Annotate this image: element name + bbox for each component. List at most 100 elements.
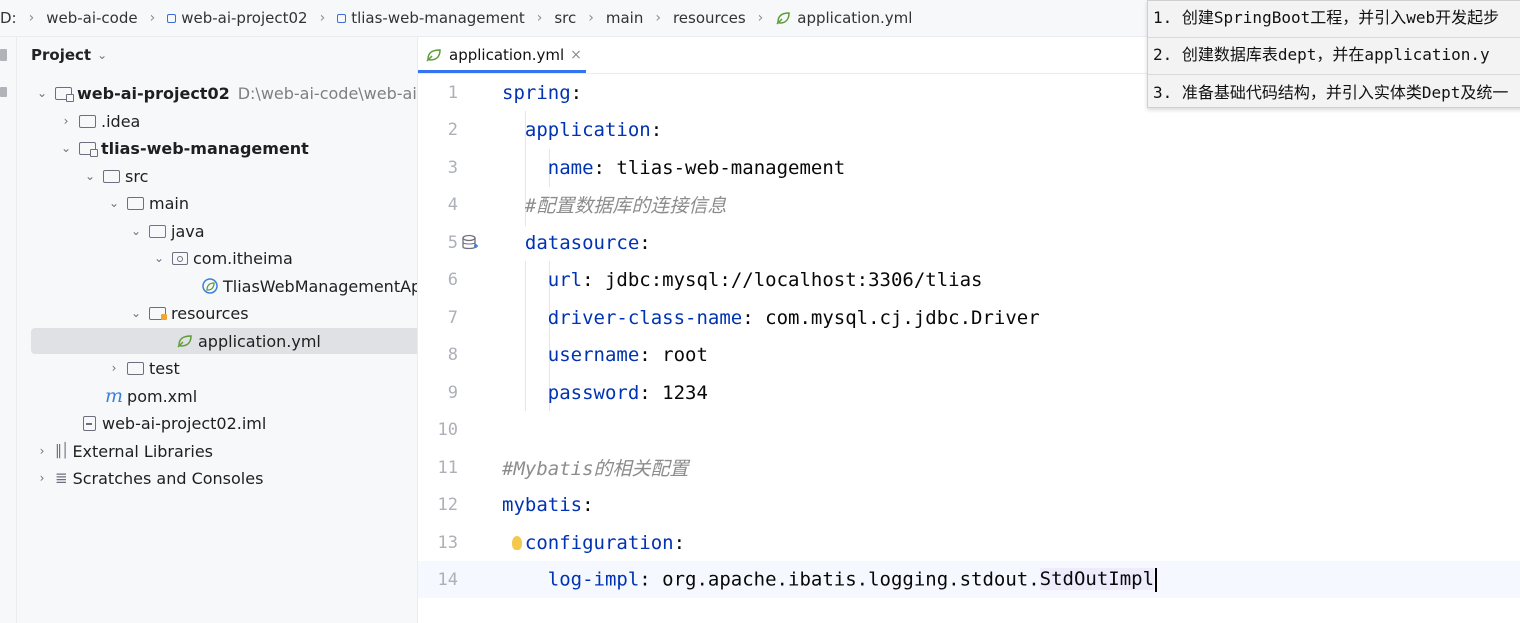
tree-item-scratches[interactable]: › ≣ Scratches and Consoles [17, 465, 417, 491]
code-line: 13 configuration: [418, 524, 1520, 561]
line-number: 14 [437, 569, 458, 590]
yaml-colon: : [593, 156, 617, 179]
divider [1148, 74, 1520, 75]
breadcrumb-file[interactable]: application.yml [775, 9, 912, 27]
tree-item-path: D:\web-ai-code\web-ai-p [237, 83, 418, 103]
breadcrumb-src[interactable]: src [554, 9, 576, 27]
tree-item-application-class[interactable]: TliasWebManagementAp [17, 273, 418, 299]
folder-icon [103, 169, 120, 183]
line-number: 2 [447, 119, 458, 140]
tree-item-label: test [149, 358, 180, 378]
line-number: 8 [447, 344, 458, 365]
divider [1148, 37, 1520, 38]
maven-icon: m [105, 385, 124, 407]
tree-item-label: application.yml [198, 331, 321, 351]
tool-window-button[interactable] [0, 87, 7, 97]
chevron-right-icon: › [39, 444, 45, 458]
yaml-colon: : [650, 118, 663, 141]
resources-folder-icon [149, 306, 167, 320]
tree-item-package[interactable]: ⌄ com.itheima [17, 245, 417, 271]
library-icon: ‖│ [55, 443, 69, 459]
tree-item-label: External Libraries [72, 441, 214, 461]
yaml-key: datasource [524, 231, 640, 254]
tree-item-label: TliasWebManagementAp [223, 276, 418, 296]
tree-item-label: com.itheima [193, 248, 293, 268]
tree-item-test[interactable]: › test [17, 355, 417, 381]
code-line: 8 username: root [418, 336, 1520, 373]
tree-item-iml[interactable]: web-ai-project02.iml [17, 410, 417, 436]
breadcrumb-resources[interactable]: resources [673, 9, 746, 27]
notes-overlay: 1. 创建SpringBoot工程，并引入web开发起步 2. 创建数据库表de… [1147, 0, 1520, 108]
line-number: 6 [447, 269, 458, 290]
yaml-colon: : [639, 568, 663, 590]
tree-item-label: web-ai-project02.iml [102, 413, 267, 433]
line-number: 10 [437, 419, 458, 440]
source-folder-icon [149, 224, 166, 238]
yaml-colon: : [742, 306, 766, 329]
chevron-down-icon: ⌄ [108, 196, 120, 210]
database-icon[interactable] [462, 234, 478, 252]
breadcrumb-web-ai-code[interactable]: web-ai-code [46, 9, 137, 27]
breadcrumb-project[interactable]: web-ai-project02 [167, 9, 308, 27]
breadcrumb-label: web-ai-code [46, 9, 138, 27]
folder-icon [79, 114, 96, 128]
chevron-down-icon: ⌄ [60, 141, 72, 155]
code-line: 4 #配置数据库的连接信息 [418, 186, 1520, 223]
chevron-down-icon: ⌄ [130, 306, 142, 320]
tool-window-button[interactable] [0, 49, 7, 61]
breadcrumb-module[interactable]: tlias-web-management [337, 9, 525, 27]
tab-application-yml[interactable]: application.yml × [418, 37, 586, 73]
tree-item-application-yml[interactable]: application.yml [31, 328, 417, 354]
breadcrumb-label: resources [672, 9, 746, 27]
tree-item-label: Scratches and Consoles [72, 468, 264, 488]
module-icon [337, 13, 347, 23]
chevron-right-icon: › [149, 10, 156, 26]
tree-item-pom[interactable]: m pom.xml [17, 383, 417, 409]
tree-item-java[interactable]: ⌄ java [17, 218, 417, 244]
chevron-down-icon: ⌄ [36, 86, 48, 100]
yaml-colon: : [582, 493, 594, 516]
project-panel-header[interactable]: Project ⌄ [17, 37, 417, 73]
close-icon[interactable]: × [570, 47, 582, 63]
tree-item-resources[interactable]: ⌄ resources [17, 300, 417, 326]
tree-item-project-root[interactable]: ⌄ web-ai-project02 D:\web-ai-code\web-ai… [17, 80, 418, 106]
yaml-key: name [547, 156, 594, 179]
tree-item-module[interactable]: ⌄ tlias-web-management [17, 135, 417, 161]
chevron-down-icon: ⌄ [84, 169, 96, 183]
code-editor[interactable]: 1 spring: 2 application: 3 name: tlias-w… [418, 74, 1520, 623]
chevron-right-icon: › [757, 10, 764, 26]
spring-leaf-icon [177, 335, 192, 348]
code-line: 11 #Mybatis的相关配置 [418, 449, 1520, 486]
tree-item-external-libraries[interactable]: › ‖│ External Libraries [17, 438, 417, 464]
yaml-colon: : [639, 381, 663, 404]
line-number: 9 [447, 382, 458, 403]
breadcrumb-drive[interactable]: D: [0, 9, 17, 27]
yaml-value: root [662, 343, 708, 366]
active-tab-indicator [418, 70, 586, 73]
yaml-comment: #Mybatis的相关配置 [502, 458, 689, 480]
package-icon [172, 251, 188, 265]
code-line-current: 14 log-impl: org.apache.ibatis.logging.s… [418, 561, 1520, 598]
code-line: 9 password: 1234 [418, 374, 1520, 411]
breadcrumb-label: tlias-web-management [351, 9, 525, 27]
panel-title: Project [31, 46, 92, 64]
folder-icon [127, 196, 144, 210]
yaml-value: com.mysql.cj.jdbc.Driver [765, 306, 1040, 329]
yaml-key: log-impl [547, 568, 640, 590]
line-number: 7 [447, 307, 458, 328]
tree-item-idea[interactable]: › .idea [17, 108, 417, 134]
tree-item-src[interactable]: ⌄ src [17, 163, 417, 189]
chevron-right-icon: › [39, 471, 45, 485]
chevron-down-icon: ⌄ [153, 251, 165, 265]
code-line: 6 url: jdbc:mysql://localhost:3306/tlias [418, 261, 1520, 298]
yaml-value: jdbc:mysql://localhost:3306/tlias [604, 268, 983, 291]
tree-item-label: tlias-web-management [101, 138, 309, 158]
breadcrumb-main[interactable]: main [606, 9, 643, 27]
tree-item-label: java [171, 221, 205, 241]
tree-item-main[interactable]: ⌄ main [17, 190, 417, 216]
yaml-colon: : [582, 268, 605, 291]
yaml-key: driver-class-name [547, 306, 743, 329]
spring-class-icon [202, 278, 218, 294]
yaml-value: 1234 [662, 381, 708, 404]
tab-label: application.yml [449, 46, 565, 64]
